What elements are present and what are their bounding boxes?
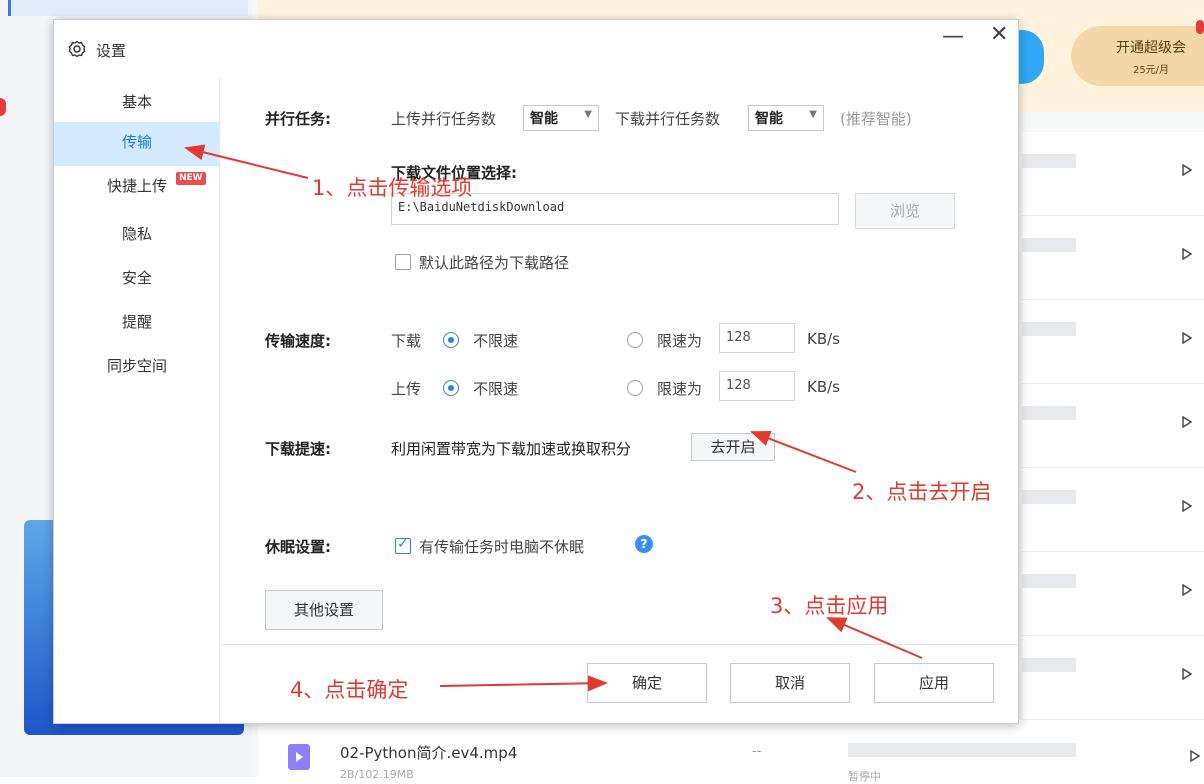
apply-button[interactable]: 应用 (874, 663, 994, 703)
file-status: 暂停中 (848, 770, 881, 783)
settings-sidebar: 基本 传输 快捷上传 NEW 隐私 安全 提醒 同步空间 (54, 78, 220, 724)
file-name: 02-Python简介.ev4.mp4 (340, 744, 518, 762)
background-sidebar-active-item (8, 0, 248, 16)
download-unlimited-label: 不限速 (473, 332, 519, 350)
play-icon[interactable] (1182, 416, 1192, 428)
play-icon[interactable] (1182, 500, 1192, 512)
boost-description: 利用闲置带宽为下载加速或换取积分 (391, 440, 632, 458)
sidebar-item-quick-upload[interactable]: 快捷上传 NEW (54, 166, 220, 210)
play-icon[interactable] (1190, 750, 1200, 762)
boost-label: 下载提速: (265, 440, 331, 458)
progress-bar (848, 743, 1076, 757)
vip-price: 25元/月 (1132, 65, 1170, 76)
upload-unlimited-radio[interactable] (443, 380, 459, 396)
sidebar-item-privacy[interactable]: 隐私 (54, 214, 220, 258)
ok-button[interactable]: 确定 (587, 663, 707, 703)
prevent-sleep-label: 有传输任务时电脑不休眠 (419, 538, 585, 556)
placeholder-bar (1022, 574, 1076, 588)
browse-button[interactable]: 浏览 (855, 193, 955, 229)
enable-boost-button[interactable]: 去开启 (691, 433, 775, 461)
other-settings-button[interactable]: 其他设置 (265, 590, 383, 630)
default-path-checkbox[interactable] (395, 254, 411, 270)
chevron-down-icon: ▼ (584, 109, 592, 120)
annotation-step1: 1、点击传输选项 (312, 176, 473, 200)
download-parallel-select[interactable]: 智能 ▼ (748, 105, 824, 131)
default-path-label: 默认此路径为下载路径 (419, 254, 570, 272)
play-icon[interactable] (1182, 248, 1192, 260)
placeholder-bar (1022, 154, 1076, 168)
dialog-titlebar: 设置 — ✕ (54, 20, 1018, 78)
play-icon[interactable] (1182, 584, 1192, 596)
dialog-title: 设置 (96, 42, 127, 60)
upload-unlimited-label: 不限速 (473, 380, 519, 398)
list-item[interactable] (1022, 300, 1204, 384)
file-row[interactable]: 02-Python简介.ev4.mp4 2B/102.19MB -- 暂停中 (258, 720, 1204, 783)
file-speed: -- (752, 744, 762, 759)
sidebar-item-label: 快捷上传 (106, 177, 167, 195)
footer-divider (221, 644, 1018, 645)
upload-speed-label: 上传 (391, 380, 422, 398)
upload-limit-unit: KB/s (807, 378, 840, 396)
download-unlimited-radio[interactable] (443, 332, 459, 348)
download-limit-input[interactable]: 128 (719, 323, 795, 353)
placeholder-bar (1022, 658, 1076, 672)
download-limit-unit: KB/s (807, 330, 840, 348)
play-icon[interactable] (1182, 332, 1192, 344)
placeholder-bar (1022, 322, 1076, 336)
list-item[interactable] (1022, 552, 1204, 636)
parallel-hint: (推荐智能) (840, 110, 912, 128)
download-speed-label: 下载 (391, 332, 422, 350)
annotation-step4: 4、点击确定 (290, 678, 409, 702)
placeholder-bar (1022, 490, 1076, 504)
sleep-label: 休眠设置: (265, 538, 331, 556)
help-icon[interactable]: ? (635, 535, 653, 553)
play-icon[interactable] (1182, 668, 1192, 680)
placeholder-bar (1022, 406, 1076, 420)
list-item[interactable] (1022, 384, 1204, 468)
new-badge: NEW (176, 172, 206, 185)
speed-label: 传输速度: (265, 332, 331, 350)
list-item[interactable] (1022, 468, 1204, 552)
chevron-down-icon: ▼ (809, 109, 817, 120)
sidebar-item-basic[interactable]: 基本 (54, 82, 220, 126)
upload-parallel-select[interactable]: 智能 ▼ (523, 105, 599, 131)
play-icon[interactable] (1182, 164, 1192, 176)
vip-label: 开通超级会 (1116, 40, 1186, 56)
download-limit-label: 限速为 (657, 332, 703, 350)
annotation-step3: 3、点击应用 (770, 594, 889, 618)
notification-dot (1196, 20, 1204, 34)
list-item[interactable] (1022, 636, 1204, 720)
placeholder-bar (1022, 238, 1076, 252)
cancel-button[interactable]: 取消 (730, 663, 850, 703)
upload-limit-radio[interactable] (627, 380, 643, 396)
sidebar-item-reminder[interactable]: 提醒 (54, 302, 220, 346)
annotation-step2: 2、点击去开启 (852, 480, 992, 504)
video-file-icon (288, 744, 310, 770)
vip-button[interactable]: 开通超级会 25元/月 (1071, 26, 1204, 86)
upload-parallel-value: 智能 (530, 111, 558, 127)
gear-icon (68, 40, 86, 58)
download-parallel-value: 智能 (755, 111, 783, 127)
download-limit-radio[interactable] (627, 332, 643, 348)
prevent-sleep-checkbox[interactable] (395, 536, 411, 554)
parallel-label: 并行任务: (265, 110, 331, 128)
upload-parallel-label: 上传并行任务数 (391, 110, 497, 128)
list-item[interactable] (1022, 132, 1204, 216)
sidebar-item-sync-space[interactable]: 同步空间 (54, 346, 220, 390)
list-item[interactable] (1022, 216, 1204, 300)
file-size: 2B/102.19MB (340, 768, 414, 781)
sidebar-item-transfer[interactable]: 传输 (54, 122, 220, 166)
sidebar-item-security[interactable]: 安全 (54, 258, 220, 302)
close-button[interactable]: ✕ (990, 22, 1008, 47)
minimize-button[interactable]: — (942, 24, 964, 49)
upload-limit-input[interactable]: 128 (719, 371, 795, 401)
download-parallel-label: 下载并行任务数 (615, 110, 721, 128)
upload-limit-label: 限速为 (657, 380, 703, 398)
